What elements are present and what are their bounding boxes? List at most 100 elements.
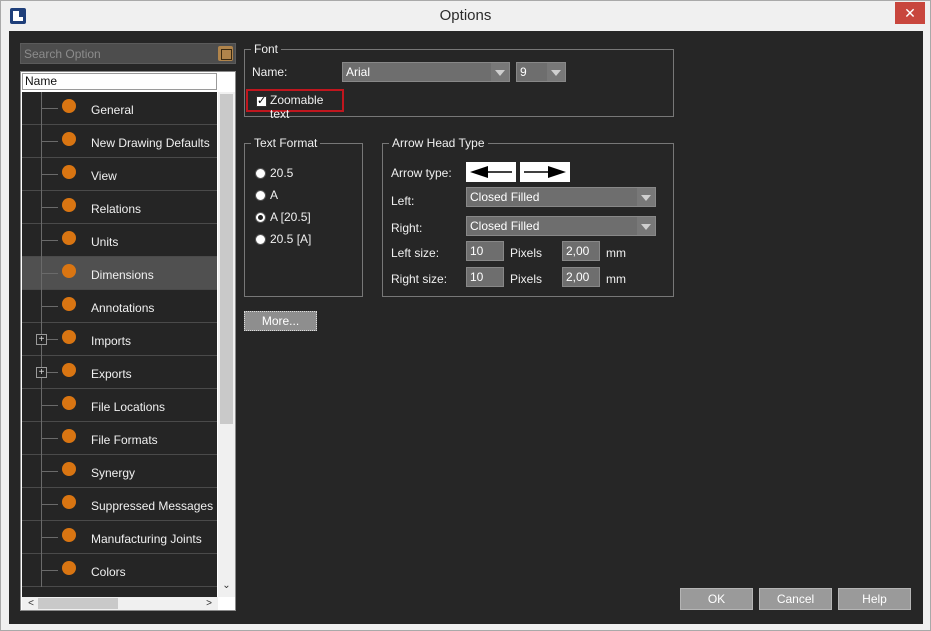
left-arrow-preview-icon: [466, 162, 516, 182]
tree-item-label: Exports: [91, 367, 132, 381]
scroll-right-icon[interactable]: >: [202, 597, 216, 610]
left-size-pixels-input[interactable]: 10: [466, 241, 504, 261]
tree-connector-line: [42, 537, 58, 538]
category-dot-icon: [62, 396, 76, 410]
text-format-radio[interactable]: [255, 190, 266, 201]
right-size-pixels-input[interactable]: 10: [466, 267, 504, 287]
category-dot-icon: [62, 132, 76, 146]
left-arrow-value: Closed Filled: [470, 190, 540, 204]
tree-item[interactable]: Annotations: [22, 290, 217, 323]
tree-connector-line: [42, 438, 58, 439]
tree-item[interactable]: Colors: [22, 554, 217, 587]
category-dot-icon: [62, 297, 76, 311]
search-box: [20, 43, 236, 64]
tree-item[interactable]: Relations: [22, 191, 217, 224]
tree-connector-line: [42, 273, 58, 274]
zoomable-text-label[interactable]: Zoomable text: [270, 93, 342, 121]
font-size-value: 9: [520, 65, 527, 79]
text-format-radio[interactable]: [255, 168, 266, 179]
tree-horizontal-scrollbar[interactable]: < >: [22, 597, 218, 610]
tree-item-label: Relations: [91, 202, 142, 216]
font-name-select[interactable]: Arial: [342, 62, 510, 82]
arrow-head-group: Arrow Head Type Arrow type: Left: Closed…: [382, 136, 674, 297]
tree-item[interactable]: Dimensions: [22, 257, 217, 290]
close-button[interactable]: ✕: [895, 2, 925, 24]
tree-item-label: Synergy: [91, 466, 136, 480]
scroll-left-icon[interactable]: <: [24, 597, 38, 610]
font-size-select[interactable]: 9: [516, 62, 566, 82]
tree-item-label: File Formats: [91, 433, 158, 447]
tree-item[interactable]: New Drawing Defaults: [22, 125, 217, 158]
left-arrow-select[interactable]: Closed Filled: [466, 187, 656, 207]
chevron-down-icon[interactable]: [637, 217, 655, 235]
tree-item[interactable]: File Formats: [22, 422, 217, 455]
category-dot-icon: [62, 330, 76, 344]
tree-item[interactable]: + Exports: [22, 356, 217, 389]
left-size-mm-input[interactable]: 2,00: [562, 241, 600, 261]
font-group: Font Name: Arial 9 Zoomable text: [244, 42, 674, 121]
tree-item[interactable]: Synergy: [22, 455, 217, 488]
font-name-value: Arial: [346, 65, 371, 79]
category-dot-icon: [62, 363, 76, 377]
text-format-option-label[interactable]: 20.5: [270, 166, 293, 180]
ok-button[interactable]: OK: [680, 588, 753, 610]
text-format-option-label[interactable]: A [20.5]: [270, 210, 311, 224]
right-arrow-select[interactable]: Closed Filled: [466, 216, 656, 236]
chevron-down-icon[interactable]: [637, 188, 655, 206]
expand-plus-icon[interactable]: +: [36, 334, 47, 345]
tree-item-label: Suppressed Messages: [91, 499, 214, 513]
tree-item[interactable]: + Imports: [22, 323, 217, 356]
tree-item-label: Manufacturing Joints: [91, 532, 202, 546]
tree-item-label: General: [91, 103, 134, 117]
tree-connector-line: [42, 504, 58, 505]
tree-item-label: Colors: [91, 565, 126, 579]
text-format-option-label[interactable]: 20.5 [A]: [270, 232, 311, 246]
right-arrow-preview-icon: [520, 162, 570, 182]
tree-item[interactable]: Units: [22, 224, 217, 257]
tree-connector-line: [42, 240, 58, 241]
tree-item[interactable]: View: [22, 158, 217, 191]
tree-vertical-scrollbar[interactable]: ⌄: [218, 92, 235, 597]
text-format-legend: Text Format: [251, 136, 321, 150]
tree-item-label: New Drawing Defaults: [91, 136, 210, 150]
left-arrow-label: Left:: [391, 194, 415, 208]
tree-item[interactable]: General: [22, 92, 217, 125]
vertical-scroll-thumb[interactable]: [220, 94, 233, 424]
zoomable-text-checkbox[interactable]: [256, 94, 267, 107]
category-dot-icon: [62, 264, 76, 278]
tree-connector-line: [42, 174, 58, 175]
expand-plus-icon[interactable]: +: [36, 367, 47, 378]
window-title: Options: [439, 7, 492, 24]
text-format-option-label[interactable]: A: [270, 188, 278, 202]
dialog-client-area: Name General New Drawing Defaults View Rela…: [9, 31, 923, 624]
tree-column-header[interactable]: Name: [22, 73, 217, 90]
scroll-down-icon[interactable]: ⌄: [220, 579, 233, 593]
tree-item-label: Imports: [91, 334, 132, 348]
chevron-down-icon[interactable]: [491, 63, 509, 81]
tree-connector-line: [42, 141, 58, 142]
category-dot-icon: [62, 165, 76, 179]
arrow-type-label: Arrow type:: [391, 166, 452, 180]
right-size-mm-input[interactable]: 2,00: [562, 267, 600, 287]
tree-item-label: Units: [91, 235, 119, 249]
right-size-label: Right size:: [391, 272, 448, 286]
category-dot-icon: [62, 528, 76, 542]
help-button[interactable]: Help: [838, 588, 911, 610]
text-format-radio[interactable]: [255, 212, 266, 223]
horizontal-scroll-thumb[interactable]: [38, 598, 118, 609]
text-format-radio[interactable]: [255, 234, 266, 245]
category-dot-icon: [62, 231, 76, 245]
options-tree: Name General New Drawing Defaults View Rela…: [20, 71, 236, 611]
tree-item[interactable]: Manufacturing Joints: [22, 521, 217, 554]
more-button[interactable]: More...: [244, 311, 317, 331]
text-format-group: Text Format 20.5 A A [20.5] 20.5 [A]: [244, 136, 363, 297]
font-legend: Font: [251, 42, 282, 56]
category-dot-icon: [62, 198, 76, 212]
search-input[interactable]: [21, 44, 213, 63]
search-options-icon[interactable]: [218, 46, 233, 61]
chevron-down-icon[interactable]: [547, 63, 565, 81]
tree-item[interactable]: Suppressed Messages: [22, 488, 217, 521]
tree-item[interactable]: File Locations: [22, 389, 217, 422]
zoomable-text-highlight[interactable]: Zoomable text: [246, 89, 344, 121]
cancel-button[interactable]: Cancel: [759, 588, 832, 610]
